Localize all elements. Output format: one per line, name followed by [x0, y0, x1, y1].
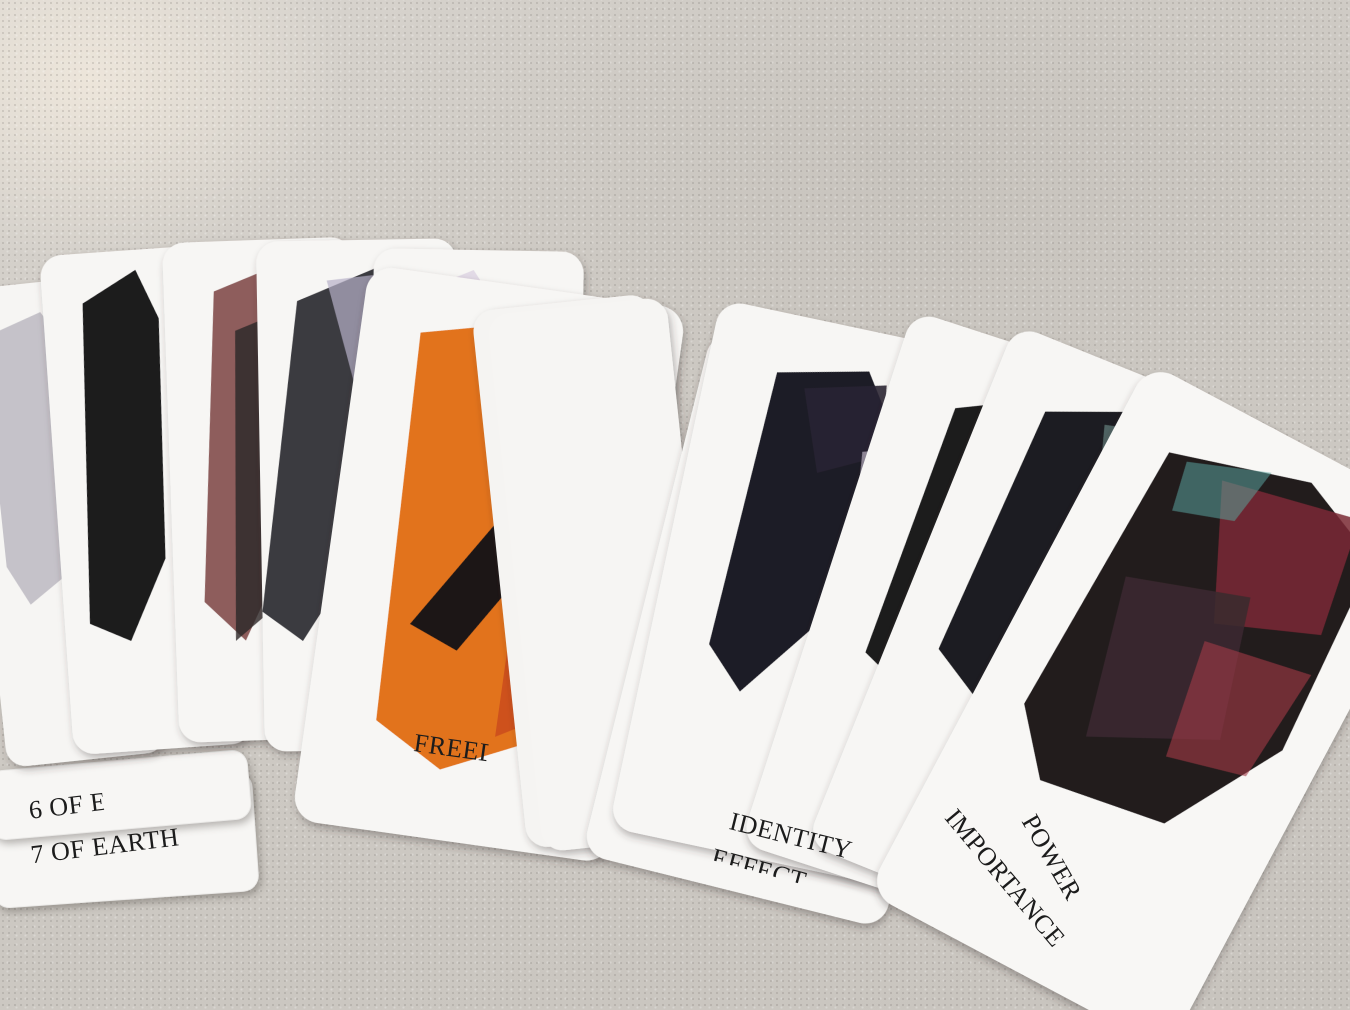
photo-scene: 7 OF EARTH 6 OF EARTH FREEDOM IDENTITY E…: [0, 0, 1350, 1010]
card-fan: [0, 237, 1350, 1010]
